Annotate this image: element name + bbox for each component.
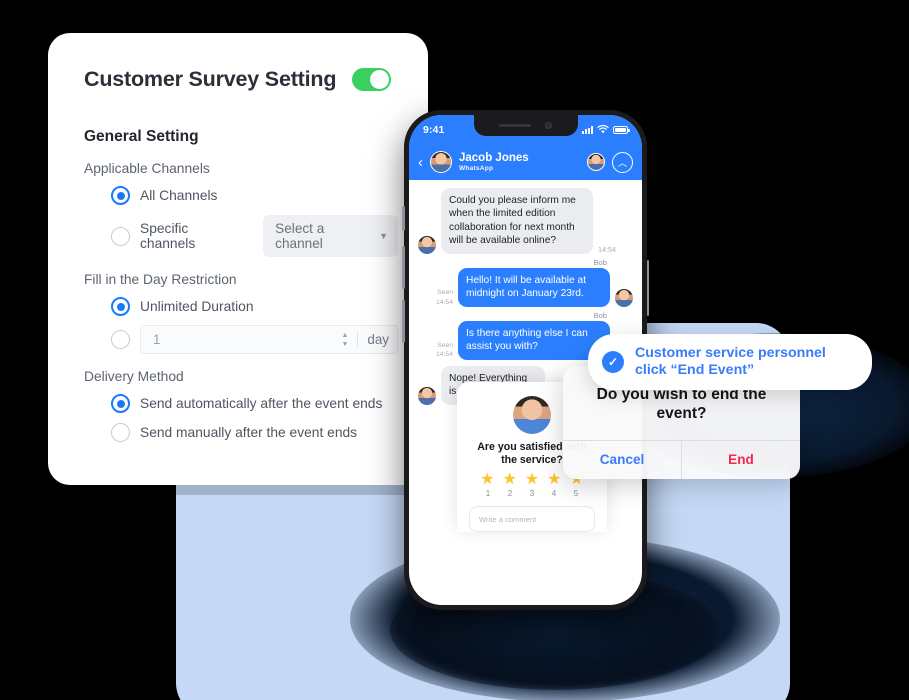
- day-quantity-stepper[interactable]: 1 ▲ ▼ day: [140, 325, 398, 354]
- section-title-general-setting: General Setting: [84, 128, 199, 145]
- rating-number-1: 1: [485, 489, 491, 498]
- day-unit-label: day: [367, 332, 389, 347]
- survey-enabled-toggle[interactable]: [352, 68, 392, 91]
- radio-label-unlimited-duration: Unlimited Duration: [140, 299, 254, 314]
- rating-number-4: 4: [551, 489, 557, 498]
- label-delivery-method: Delivery Method: [84, 369, 184, 384]
- radio-label-all-channels: All Channels: [140, 188, 218, 203]
- comment-input[interactable]: Write a comment: [469, 506, 595, 532]
- chevron-down-icon: ▼: [379, 231, 388, 241]
- stepper-up-icon[interactable]: ▲: [341, 332, 348, 339]
- channel-select-value: Select a channel: [275, 221, 325, 251]
- radio-send-manually[interactable]: [111, 423, 130, 442]
- radio-row-all-channels[interactable]: All Channels: [84, 186, 398, 205]
- rating-number-3: 3: [529, 489, 535, 498]
- battery-icon: [613, 125, 630, 134]
- chevron-left-icon[interactable]: ‹: [418, 154, 423, 171]
- customer-survey-setting-panel: Customer Survey Setting General Setting …: [48, 33, 428, 485]
- radio-label-send-automatically: Send automatically after the event ends: [140, 396, 383, 411]
- message-avatar: [615, 288, 633, 307]
- contact-channel: WhatsApp: [459, 165, 494, 173]
- star-icon-4[interactable]: ★: [547, 472, 561, 488]
- survey-agent-avatar: [513, 396, 551, 435]
- phone-volume-down-button[interactable]: [402, 300, 405, 343]
- speaker-grill: [499, 123, 531, 128]
- table-row: Could you please inform me when the limi…: [418, 188, 633, 254]
- radio-row-unlimited-duration[interactable]: Unlimited Duration: [84, 297, 398, 316]
- callout-text: Customer service personnel click “End Ev…: [635, 345, 826, 379]
- composition-canvas: Customer Survey Setting General Setting …: [0, 0, 909, 700]
- end-button[interactable]: End: [682, 441, 800, 479]
- day-limit-row[interactable]: 1 ▲ ▼ day: [84, 325, 398, 354]
- radio-limited-duration[interactable]: [111, 330, 130, 349]
- stepper-divider: [357, 332, 359, 347]
- message-sender-name: Bob: [593, 310, 607, 320]
- contact-avatar: [430, 151, 452, 173]
- star-icon-1[interactable]: ★: [480, 472, 494, 488]
- status-bar-time: 9:41: [423, 123, 445, 136]
- star-icon-3[interactable]: ★: [525, 472, 539, 488]
- radio-row-specific-channels[interactable]: Specific channels Select a channel ▼: [84, 215, 398, 257]
- star-rating-numbers: 1 2 3 4 5: [469, 489, 595, 498]
- message-timestamp: 14:54: [435, 298, 453, 306]
- radio-send-automatically[interactable]: [111, 394, 130, 413]
- chat-header-actions: ︿: [587, 151, 633, 173]
- message-timestamp: 14:54: [435, 351, 453, 359]
- contact-name: Jacob Jones: [459, 151, 529, 164]
- phone-mute-switch[interactable]: [402, 206, 405, 231]
- contact-info: Jacob Jones WhatsApp: [459, 152, 529, 172]
- radio-label-send-manually: Send manually after the event ends: [140, 425, 358, 440]
- channel-select-dropdown[interactable]: Select a channel ▼: [263, 215, 398, 257]
- message-sender-name: Bob: [593, 257, 607, 267]
- message-bubble-outgoing: Is there anything else I can assist you …: [458, 320, 610, 360]
- rating-number-5: 5: [573, 489, 579, 498]
- message-avatar: [418, 235, 436, 254]
- status-bar: 9:41: [409, 115, 642, 144]
- cancel-button[interactable]: Cancel: [563, 440, 682, 479]
- radio-specific-channels[interactable]: [111, 226, 130, 246]
- signal-icon: [582, 125, 593, 134]
- page-title: Customer Survey Setting: [84, 67, 337, 91]
- message-avatar: [418, 386, 436, 405]
- toggle-knob: [370, 70, 390, 89]
- star-icon-2[interactable]: ★: [502, 472, 516, 488]
- phone-notch: [473, 115, 578, 136]
- wifi-icon: [597, 125, 609, 134]
- dialog-actions: Cancel End: [563, 439, 800, 479]
- message-status: Seen 14:54: [436, 288, 453, 306]
- message-status-label: Seen: [437, 289, 453, 297]
- comment-placeholder: Write a comment: [479, 514, 537, 524]
- phone-volume-up-button[interactable]: [402, 246, 405, 289]
- front-camera-icon: [545, 122, 552, 129]
- chevron-up-icon[interactable]: ︿: [612, 151, 633, 173]
- radio-row-send-manually[interactable]: Send manually after the event ends: [84, 423, 398, 442]
- message-bubble-outgoing: Hello! It will be available at midnight …: [458, 267, 610, 307]
- radio-row-send-automatically[interactable]: Send automatically after the event ends: [84, 394, 398, 413]
- radio-label-specific-channels: Specific channels: [140, 221, 196, 251]
- panel-header: Customer Survey Setting: [84, 67, 398, 92]
- message-bubble-incoming: Could you please inform me when the limi…: [441, 188, 593, 254]
- stepper-arrows-icon[interactable]: ▲ ▼: [341, 332, 348, 348]
- instruction-callout: ✓ Customer service personnel click “End …: [588, 334, 872, 391]
- message-status-label: Seen: [437, 342, 453, 350]
- radio-unlimited-duration[interactable]: [111, 297, 130, 316]
- agent-avatar[interactable]: [587, 153, 605, 171]
- stepper-down-icon[interactable]: ▼: [341, 341, 348, 348]
- chat-header: ‹ Jacob Jones WhatsApp ︿: [409, 144, 642, 180]
- label-day-restriction: Fill in the Day Restriction: [84, 272, 237, 287]
- check-circle-icon: ✓: [602, 351, 624, 374]
- table-row: Seen 14:54 Hello! It will be available a…: [418, 267, 633, 307]
- message-timestamp: 14:54: [598, 244, 616, 254]
- rating-number-2: 2: [507, 489, 513, 498]
- message-status: Seen 14:54: [436, 341, 453, 359]
- radio-all-channels[interactable]: [111, 186, 130, 205]
- label-applicable-channels: Applicable Channels: [84, 161, 210, 176]
- day-quantity-value: 1: [153, 332, 161, 347]
- status-bar-icons: [582, 125, 630, 134]
